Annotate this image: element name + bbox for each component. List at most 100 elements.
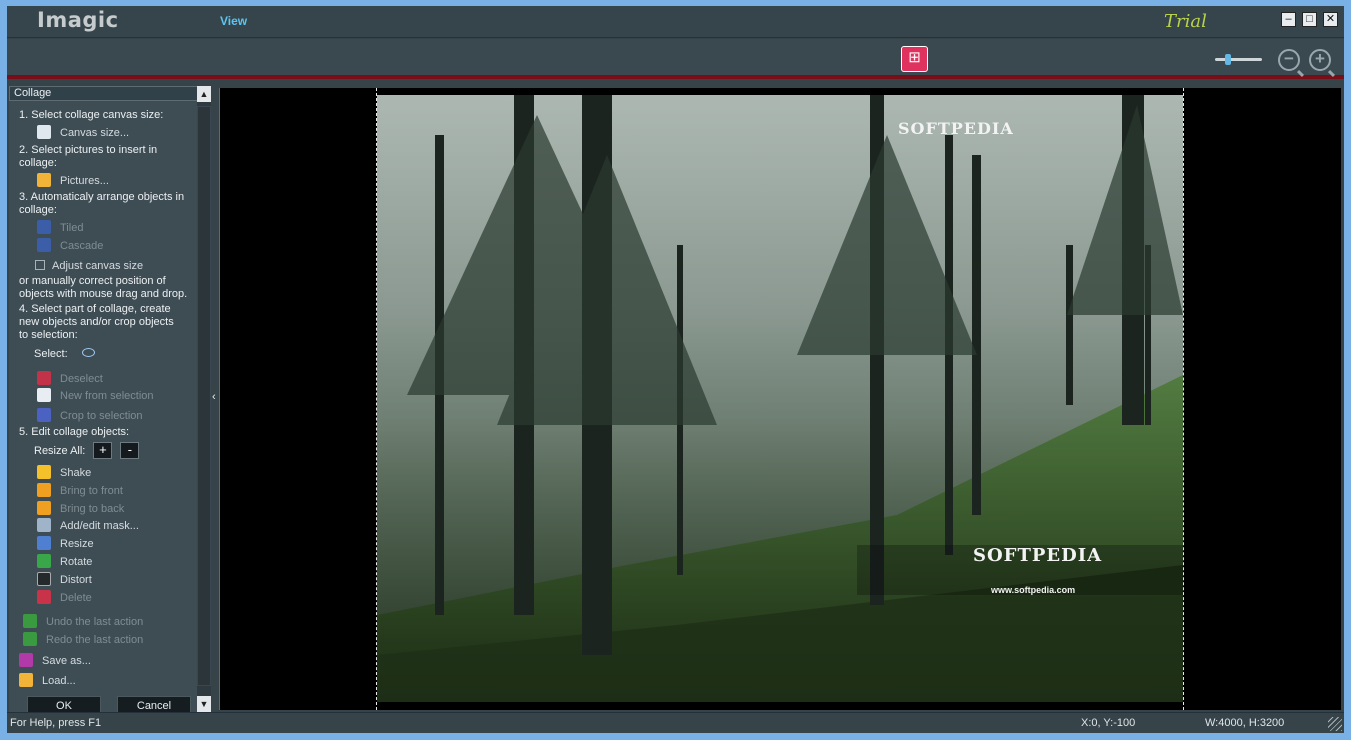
deselect-label: Deselect [60, 373, 103, 385]
distort-option[interactable]: Distort [37, 572, 92, 587]
crop-option[interactable]: Crop to selection [37, 408, 143, 423]
collage-panel: Collage 1. Select collage canvas size: C… [9, 86, 211, 716]
undo-label: Undo the last action [46, 616, 144, 628]
chevron-left-icon[interactable]: ‹ [212, 391, 216, 403]
panel-scrollbar[interactable]: ▲ ▼ [197, 86, 211, 712]
adjust-canvas-checkbox[interactable]: Adjust canvas size [35, 260, 143, 273]
undo-option[interactable]: Undo the last action [23, 614, 143, 629]
new-from-selection-option[interactable]: New from selection [37, 388, 154, 403]
new-doc-icon [37, 388, 51, 402]
lasso-icon[interactable] [81, 348, 95, 357]
resize-all-row: Resize All: + - [34, 442, 140, 459]
shake-label: Shake [60, 467, 92, 479]
app-logo: Imagic [37, 8, 119, 32]
open-folder-icon [19, 673, 33, 687]
canvas-icon [37, 125, 51, 139]
collage-canvas[interactable]: SOFTPEDIA SOFTPEDIA www.softpedia.com [219, 88, 1341, 710]
zoom-out-icon[interactable]: − [1278, 49, 1300, 71]
tiled-label: Tiled [60, 222, 84, 234]
close-button[interactable]: ✕ [1323, 12, 1338, 27]
help-text: For Help, press F1 [10, 717, 102, 729]
bring-back-option[interactable]: Bring to back [37, 501, 124, 516]
new-from-selection-label: New from selection [60, 390, 154, 402]
mask-option[interactable]: Add/edit mask... [37, 518, 139, 533]
scroll-up-button[interactable]: ▲ [197, 86, 211, 102]
step4-label-b: new objects and/or crop objects [19, 316, 174, 328]
distort-label: Distort [60, 574, 92, 586]
shake-option[interactable]: Shake [37, 465, 91, 480]
arrow-up-icon [37, 483, 51, 497]
resize-label: Resize [60, 538, 94, 550]
mask-icon [37, 518, 51, 532]
delete-label: Delete [60, 592, 92, 604]
step2-label-b: collage: [19, 157, 57, 169]
zoom-slider-knob[interactable] [1225, 54, 1231, 65]
softpedia-watermark-bottom: SOFTPEDIA [973, 545, 1103, 566]
canvas-dimensions: W:4000, H:3200 [1205, 717, 1285, 729]
cascade-option[interactable]: Cascade [37, 238, 103, 253]
distort-icon [37, 572, 51, 586]
save-as-option[interactable]: Save as... [19, 653, 91, 668]
undo-icon [23, 614, 37, 628]
scroll-thumb[interactable] [197, 106, 211, 686]
pictures-label: Pictures... [60, 175, 109, 187]
canvas-size-label: Canvas size... [60, 127, 130, 139]
crop-label: Crop to selection [60, 410, 143, 422]
pictures-link[interactable]: Pictures... [37, 173, 109, 188]
softpedia-watermark-top: SOFTPEDIA [898, 119, 1014, 138]
rotate-option[interactable]: Rotate [37, 554, 92, 569]
step1-label: 1. Select collage canvas size: [19, 109, 164, 121]
mask-label: Add/edit mask... [60, 520, 139, 532]
cascade-icon [37, 238, 51, 252]
rotate-label: Rotate [60, 556, 93, 568]
redo-label: Redo the last action [46, 634, 144, 646]
zoom-slider[interactable] [1215, 54, 1262, 65]
deselect-option[interactable]: Deselect [37, 371, 103, 386]
save-icon [19, 653, 33, 667]
tiled-icon [37, 220, 51, 234]
select-label: Select: [34, 348, 95, 361]
panel-title: Collage [9, 86, 211, 101]
step5-label: 5. Edit collage objects: [19, 426, 130, 438]
tiled-option[interactable]: Tiled [37, 220, 83, 235]
collage-photo[interactable]: SOFTPEDIA SOFTPEDIA www.softpedia.com [377, 95, 1183, 702]
deselect-icon [37, 371, 51, 385]
step2-label-a: 2. Select pictures to insert in [19, 144, 158, 156]
resize-minus-button[interactable]: - [120, 442, 140, 459]
canvas-size-link[interactable]: Canvas size... [37, 125, 129, 140]
menu-view[interactable]: View [220, 14, 247, 28]
step3-label-a: 3. Automaticaly arrange objects in [19, 191, 185, 203]
title-bar[interactable]: Imagic View Trial – □ ✕ [7, 6, 1344, 38]
app-window: Imagic View Trial – □ ✕ ⊞ − + Collage 1.… [0, 0, 1351, 740]
resize-option[interactable]: Resize [37, 536, 94, 551]
cursor-coords: X:0, Y:-100 [1081, 717, 1136, 729]
step4-label-c: to selection: [19, 329, 78, 341]
maximize-button[interactable]: □ [1302, 12, 1317, 27]
panel-body: 1. Select collage canvas size: Canvas si… [9, 101, 194, 712]
cascade-label: Cascade [60, 240, 104, 252]
lightning-icon [37, 465, 51, 479]
manual-label-a: or manually correct position of [19, 275, 166, 287]
delete-icon [37, 590, 51, 604]
zoom-in-icon[interactable]: + [1309, 49, 1331, 71]
resize-grip[interactable] [1328, 717, 1342, 731]
status-bar: For Help, press F1 X:0, Y:-100 W:4000, H… [7, 712, 1344, 733]
minimize-button[interactable]: – [1281, 12, 1296, 27]
redo-option[interactable]: Redo the last action [23, 632, 143, 647]
load-option[interactable]: Load... [19, 673, 76, 688]
folder-icon [37, 173, 51, 187]
resize-all-label: Resize All: [34, 445, 86, 457]
rotate-icon [37, 554, 51, 568]
save-as-label: Save as... [42, 655, 91, 667]
collage-icon[interactable]: ⊞ [901, 46, 928, 72]
manual-label-b: objects with mouse drag and drop. [19, 288, 188, 300]
resize-plus-button[interactable]: + [93, 442, 113, 459]
bring-front-option[interactable]: Bring to front [37, 483, 123, 498]
softpedia-url: www.softpedia.com [991, 585, 1076, 595]
redo-icon [23, 632, 37, 646]
checkbox-box[interactable] [35, 260, 45, 270]
bring-back-label: Bring to back [60, 503, 125, 515]
delete-option[interactable]: Delete [37, 590, 92, 605]
scroll-down-button[interactable]: ▼ [197, 696, 211, 712]
crop-icon [37, 408, 51, 422]
